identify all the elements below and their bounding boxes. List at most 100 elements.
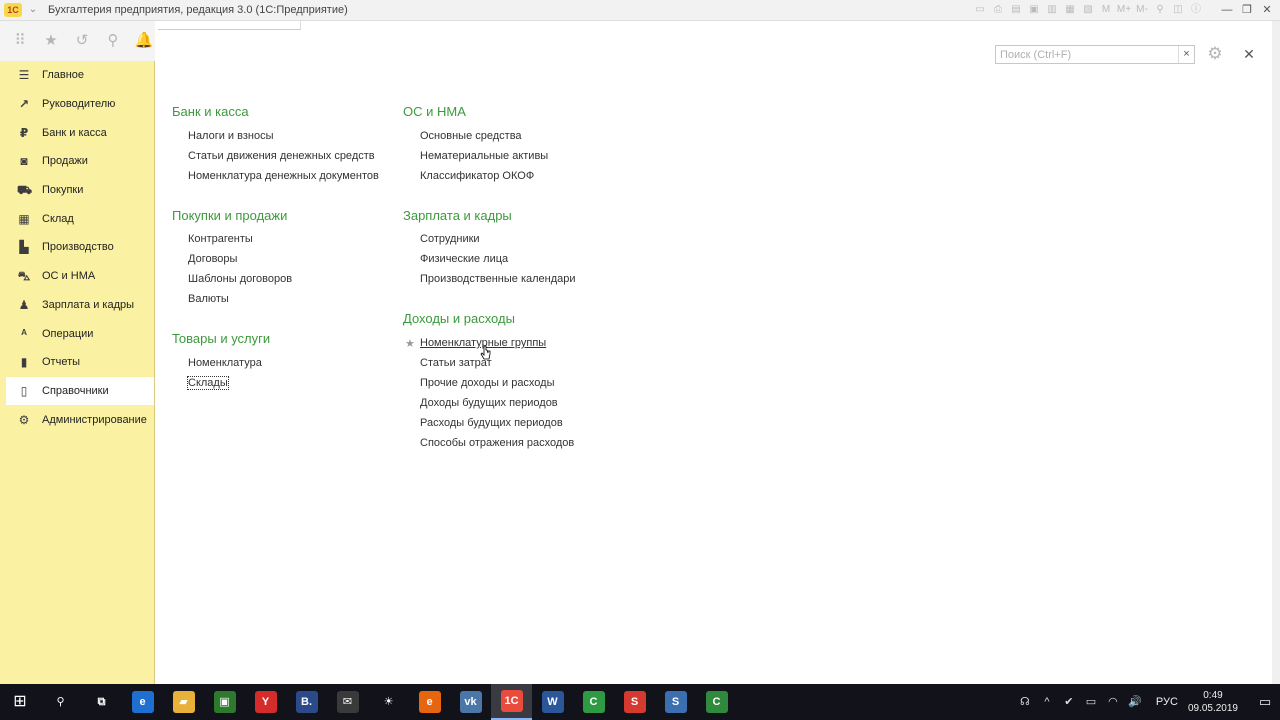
- sidebar-item-5[interactable]: ▦ Склад: [0, 204, 154, 233]
- taskbar-button-6[interactable]: B.: [286, 684, 327, 720]
- search-icon[interactable]: ⚲: [103, 31, 123, 51]
- sidebar-item-9[interactable]: ᴬ Операции: [0, 319, 154, 348]
- taskbar-button-9[interactable]: e: [409, 684, 450, 720]
- search-input[interactable]: [996, 46, 1178, 63]
- notifications-bell-icon[interactable]: 🔔: [134, 31, 154, 51]
- info-icon[interactable]: ⓘ: [1188, 3, 1204, 17]
- taskbar-button-2[interactable]: e: [122, 684, 163, 720]
- link-counterparties[interactable]: Контрагенты: [188, 233, 253, 245]
- doc-icon[interactable]: ▥: [1044, 3, 1060, 17]
- search-taskbar-icon: ⚲: [49, 691, 72, 713]
- link-currencies[interactable]: Валюты: [188, 293, 229, 305]
- sidebar-item-11[interactable]: ▯ Справочники: [6, 376, 154, 406]
- link-taxes[interactable]: Налоги и взносы: [188, 130, 274, 142]
- history-icon[interactable]: ↺: [72, 31, 92, 51]
- m-plus-icon[interactable]: M+: [1116, 3, 1132, 17]
- bar-chart-icon: ▮: [20, 355, 28, 370]
- notifications-icon[interactable]: ▭: [1250, 684, 1280, 720]
- search-icon[interactable]: ⚲: [1152, 3, 1168, 17]
- save-icon[interactable]: ▣: [1026, 3, 1042, 17]
- link-cash-flow-items[interactable]: Статьи движения денежных средств: [188, 150, 375, 162]
- search-clear-button[interactable]: ×: [1178, 46, 1194, 63]
- keyboard-language[interactable]: РУС: [1156, 696, 1178, 708]
- taskbar-button-11[interactable]: 1С: [491, 684, 532, 720]
- windows-start-icon[interactable]: ⊞: [0, 684, 40, 720]
- taskbar-button-8[interactable]: ☀: [368, 684, 409, 720]
- link-okof-classifier[interactable]: Классификатор ОКОФ: [420, 170, 534, 182]
- sidebar-item-1[interactable]: ↗ Руководителю: [0, 90, 154, 119]
- link-deferred-income[interactable]: Доходы будущих периодов: [420, 397, 558, 409]
- 1c-app-icon: 1С: [500, 690, 523, 712]
- 1c-logo-icon[interactable]: 1С: [4, 3, 22, 17]
- panel-icon[interactable]: ◫: [1170, 3, 1186, 17]
- sidebar-item-6[interactable]: ▙ Производство: [0, 233, 154, 262]
- link-contract-templates[interactable]: Шаблоны договоров: [188, 273, 292, 285]
- link-expense-methods[interactable]: Способы отражения расходов: [420, 437, 574, 449]
- favorites-star-icon[interactable]: ★: [41, 31, 61, 51]
- shield-check-icon[interactable]: ✔: [1059, 692, 1079, 712]
- dropdown-arrow-icon[interactable]: ⌄: [26, 3, 40, 17]
- link-intangible-assets[interactable]: Нематериальные активы: [420, 150, 548, 162]
- taskbar-button-5[interactable]: Y: [245, 684, 286, 720]
- close-window-button[interactable]: ✕: [1258, 2, 1276, 18]
- sidebar-item-12[interactable]: ⚙ Администрирование: [0, 405, 154, 434]
- grid-icon[interactable]: ▧: [1080, 3, 1096, 17]
- link-deferred-expenses[interactable]: Расходы будущих периодов: [420, 417, 563, 429]
- sidebar-item-7[interactable]: ⛍ ОС и НМА: [0, 262, 154, 291]
- sidebar-item-4[interactable]: ⛟ Покупки: [0, 176, 154, 205]
- volume-icon[interactable]: 🔊: [1125, 692, 1145, 712]
- sidebar-item-label: Операции: [42, 327, 94, 340]
- taskbar-button-14[interactable]: S: [614, 684, 655, 720]
- sidebar-item-label: Руководителю: [42, 98, 116, 111]
- section-title-purchases-sales: Покупки и продажи: [172, 208, 288, 223]
- taskbar-button-16[interactable]: C: [696, 684, 737, 720]
- wifi-icon[interactable]: ◠: [1103, 692, 1123, 712]
- tray-up-arrow-icon[interactable]: ^: [1037, 692, 1057, 712]
- taskbar-button-7[interactable]: ✉: [327, 684, 368, 720]
- link-warehouses[interactable]: Склады: [187, 376, 229, 390]
- minimize-button[interactable]: —: [1218, 2, 1236, 18]
- title-toolbar: ▭ ⎙ ▤ ▣ ▥ ▦ ▧ M M+ M- ⚲ ◫ ⓘ: [972, 3, 1204, 17]
- close-icon[interactable]: ✕: [1240, 45, 1258, 63]
- sidebar-item-8[interactable]: ♟ Зарплата и кадры: [0, 291, 154, 320]
- store-icon: ▣: [213, 691, 236, 713]
- link-other-income-expense[interactable]: Прочие доходы и расходы: [420, 377, 555, 389]
- taskbar-button-3[interactable]: ▰: [163, 684, 204, 720]
- calc-icon[interactable]: ▭: [972, 3, 988, 17]
- link-individuals[interactable]: Физические лица: [420, 253, 508, 265]
- sidebar-item-label: Главное: [42, 69, 85, 82]
- settings-gear-icon[interactable]: ⚙: [1205, 44, 1225, 64]
- people-icon[interactable]: ☊: [1015, 692, 1035, 712]
- link-money-documents[interactable]: Номенклатура денежных документов: [188, 170, 379, 182]
- taskbar-button-15[interactable]: S: [655, 684, 696, 720]
- taskbar-button-4[interactable]: ▣: [204, 684, 245, 720]
- taskbar-button-13[interactable]: C: [573, 684, 614, 720]
- print-icon[interactable]: ⎙: [990, 3, 1006, 17]
- link-production-calendars[interactable]: Производственные календари: [420, 273, 576, 285]
- m-icon[interactable]: M: [1098, 3, 1114, 17]
- sidebar-item-10[interactable]: ▮ Отчеты: [0, 348, 154, 377]
- taskbar-button-0[interactable]: ⚲: [40, 684, 81, 720]
- link-contracts[interactable]: Договоры: [188, 253, 237, 265]
- restore-button[interactable]: ❐: [1238, 2, 1256, 18]
- link-employees[interactable]: Сотрудники: [420, 233, 480, 245]
- sidebar-item-0[interactable]: ☰ Главное: [0, 61, 154, 90]
- favorite-star-icon[interactable]: ★: [405, 337, 415, 350]
- sidebar-item-2[interactable]: ₽ Банк и касса: [0, 118, 154, 147]
- sidebar-item-label: Зарплата и кадры: [42, 298, 135, 311]
- battery-icon[interactable]: ▭: [1081, 692, 1101, 712]
- apps-grid-icon[interactable]: ⠿: [10, 31, 30, 51]
- yandex-browser-icon: Y: [254, 691, 277, 713]
- taskbar-button-10[interactable]: vk: [450, 684, 491, 720]
- sidebar-item-3[interactable]: ◙ Продажи: [0, 147, 154, 176]
- link-fixed-assets[interactable]: Основные средства: [420, 130, 522, 142]
- preview-icon[interactable]: ▤: [1008, 3, 1024, 17]
- file-explorer-icon: ▰: [172, 691, 195, 713]
- m-minus-icon[interactable]: M-: [1134, 3, 1150, 17]
- table-icon[interactable]: ▦: [1062, 3, 1078, 17]
- taskbar-button-12[interactable]: W: [532, 684, 573, 720]
- scrollbar[interactable]: [1272, 21, 1280, 684]
- link-nomenclature[interactable]: Номенклатура: [188, 357, 262, 369]
- clock[interactable]: 0:49 09.05.2019: [1188, 689, 1238, 715]
- taskbar-button-1[interactable]: ⧉: [81, 684, 122, 720]
